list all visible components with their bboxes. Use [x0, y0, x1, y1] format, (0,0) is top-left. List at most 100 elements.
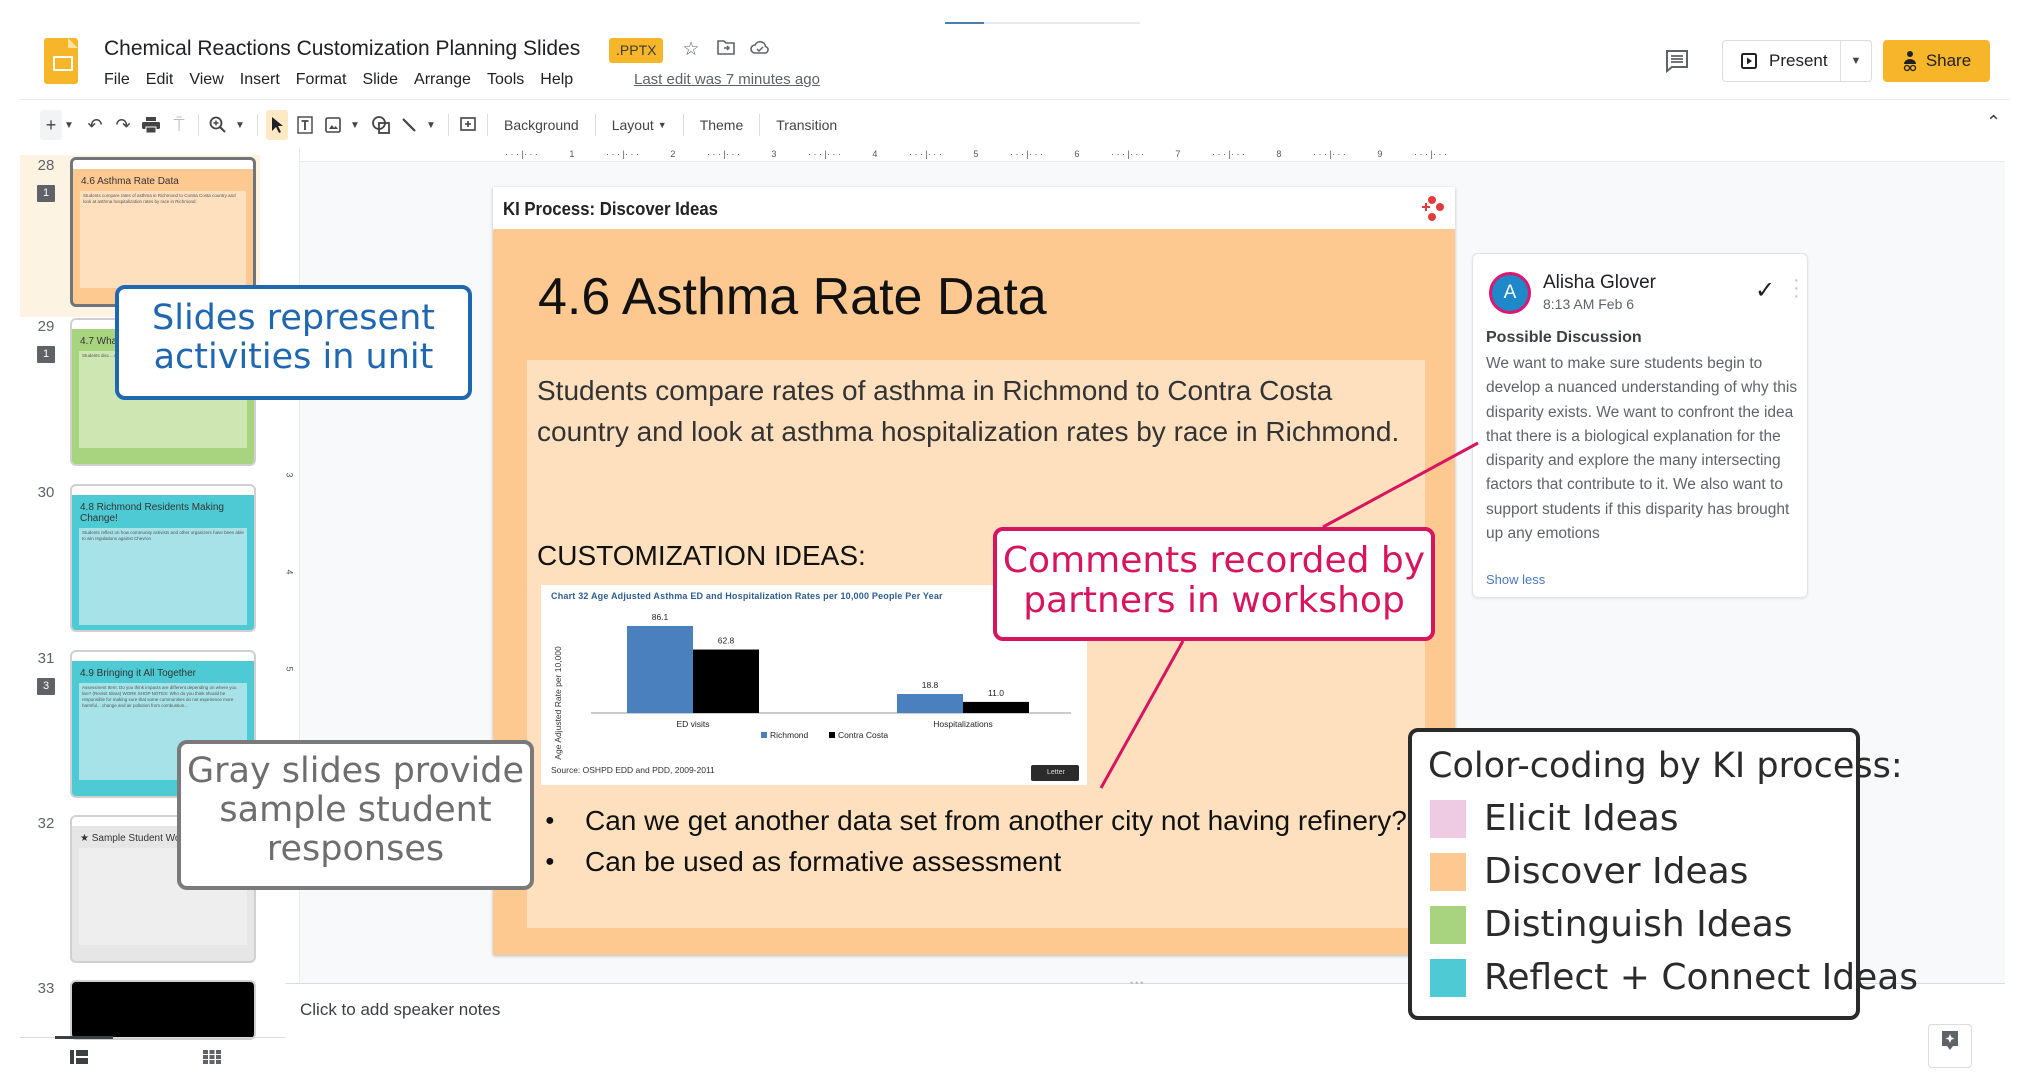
legend-title: Color-coding by KI process: [1428, 746, 1903, 786]
thumb-header-strip [72, 652, 254, 661]
thumb-header-strip [72, 486, 254, 495]
show-less-link[interactable]: Show less [1486, 572, 1545, 587]
header-divider [20, 99, 2010, 100]
slide-body-box[interactable]: Students compare rates of asthma in Rich… [527, 360, 1425, 928]
zoom-dropdown[interactable]: ▼ [235, 110, 245, 140]
redo-icon[interactable]: ↷ [112, 110, 134, 140]
share-button[interactable]: Share [1883, 40, 1990, 82]
comment-count-badge[interactable]: 1 [37, 185, 55, 202]
vruler-tick: 5 [284, 666, 295, 672]
menu-help[interactable]: Help [540, 71, 573, 89]
document-title[interactable]: Chemical Reactions Customization Plannin… [104, 37, 580, 61]
select-cursor-icon[interactable] [266, 110, 288, 140]
more-options-icon[interactable]: · · · [1793, 270, 1800, 306]
image-dropdown[interactable]: ▼ [350, 110, 360, 140]
comment-count-badge[interactable]: 1 [37, 346, 55, 363]
print-icon[interactable] [140, 110, 162, 140]
ruler-tick-minor: · · · |· · · [1212, 149, 1245, 159]
collapse-menus-icon[interactable]: ⌃ [1986, 112, 2001, 133]
transition-button[interactable]: Transition [768, 110, 845, 140]
ki-logo-icon [1418, 195, 1446, 223]
bar-richmond-0 [627, 625, 693, 713]
ruler-tick-minor: · · · |· · · [808, 149, 841, 159]
menu-arrange[interactable]: Arrange [414, 71, 471, 89]
bar-value-label: 86.1 [652, 612, 669, 622]
comment-card[interactable]: A Alisha Glover 8:13 AM Feb 6 ✓ · · · Poss… [1472, 253, 1808, 598]
menu-tools[interactable]: Tools [487, 71, 524, 89]
present-options-dropdown[interactable]: ▼ [1841, 55, 1871, 67]
chart-y-label: Age Adjusted Rate per 10,000 [553, 646, 563, 760]
image-icon[interactable] [322, 110, 344, 140]
slide-thumbnail-30[interactable]: 4.8 Richmond Residents Making Change! Stu… [70, 484, 256, 632]
explore-icon[interactable] [1928, 1024, 1972, 1068]
undo-icon[interactable]: ↶ [84, 110, 106, 140]
thumb-header-strip [73, 160, 253, 169]
share-lock-icon [1903, 51, 1916, 72]
customization-heading: CUSTOMIZATION IDEAS: [537, 540, 866, 571]
toolbar-divider [257, 114, 258, 136]
zoom-icon[interactable] [207, 110, 229, 140]
slide-title[interactable]: 4.6 Asthma Rate Data [538, 267, 1047, 327]
vruler-tick: 3 [284, 472, 295, 478]
slide-thumbnail-33[interactable] [70, 980, 256, 1040]
grid-view-icon[interactable] [203, 1048, 221, 1069]
menu-slide[interactable]: Slide [362, 71, 398, 89]
present-button[interactable]: Present ▼ [1722, 40, 1872, 82]
background-button[interactable]: Background [496, 110, 587, 140]
legend-label: Discover Ideas [1484, 851, 1749, 892]
category-label: ED visits [676, 719, 709, 729]
comment-count-badge[interactable]: 3 [37, 678, 55, 695]
ruler-tick-minor: · · · |· · · [1111, 149, 1144, 159]
bar-value-label: 62.8 [718, 636, 735, 646]
menu-file[interactable]: File [104, 71, 130, 89]
paint-format-icon[interactable]: ⍑ [168, 110, 190, 140]
move-to-folder-icon[interactable] [714, 38, 738, 62]
notes-resize-handle[interactable]: ••• [1130, 978, 1145, 988]
bar-richmond-1 [897, 694, 963, 713]
menu-view[interactable]: View [189, 71, 223, 89]
menu-format[interactable]: Format [296, 71, 347, 89]
line-dropdown[interactable]: ▼ [426, 110, 436, 140]
comment-add-icon[interactable] [457, 110, 479, 140]
chart-legend-label: Contra Costa [838, 730, 888, 740]
slide-number: 29 [37, 318, 55, 335]
menu-bar: File Edit View Insert Format Slide Arran… [104, 71, 589, 89]
star-icon[interactable]: ☆ [679, 38, 703, 62]
slide-header-band: KI Process: Discover Ideas [493, 187, 1455, 229]
ki-process-label[interactable]: KI Process: Discover Ideas [503, 199, 718, 220]
chart-source: Source: OSHPD EDD and PDD, 2009-2011 [551, 765, 715, 775]
loading-progress-fill [945, 22, 984, 24]
resolve-checkmark-icon[interactable]: ✓ [1755, 276, 1775, 305]
theme-button[interactable]: Theme [692, 110, 752, 140]
legend-swatch [1430, 958, 1466, 997]
comment-history-icon[interactable] [1664, 48, 1692, 74]
slide-number: 31 [37, 650, 55, 667]
new-slide-icon[interactable]: + [40, 110, 62, 140]
slides-callout: Slides represent activities in unit [115, 285, 472, 400]
paper-size-badge: Letter [1031, 765, 1079, 781]
layout-button[interactable]: Layout ▼ [604, 110, 675, 140]
speaker-notes-input[interactable]: Click to add speaker notes [300, 1000, 500, 1020]
toolbar-divider [448, 114, 449, 136]
bullet-item: Can be used as formative assessment [537, 841, 1407, 882]
legend-swatch-0 [761, 732, 767, 738]
gray-slides-callout: Gray slides provide sample student respo… [177, 740, 534, 890]
ruler-tick: 6 [1074, 149, 1080, 159]
comment-heading: Possible Discussion [1486, 329, 1642, 346]
ruler-tick-minor: · · · |· · · [1414, 149, 1447, 159]
legend-item-distinguish: Distinguish Ideas [1430, 904, 1793, 945]
slides-logo-icon[interactable] [44, 38, 78, 84]
shape-icon[interactable] [370, 110, 392, 140]
slide-number: 33 [37, 980, 55, 997]
cloud-status-icon[interactable] [748, 38, 772, 62]
ruler-tick: 2 [670, 149, 676, 159]
color-legend: Color-coding by KI process: Elicit Ideas… [1408, 728, 1918, 1020]
text-box-icon[interactable] [294, 110, 316, 140]
filmstrip-view-icon[interactable] [70, 1048, 88, 1069]
menu-edit[interactable]: Edit [146, 71, 174, 89]
legend-swatch [1430, 852, 1466, 891]
new-slide-layout-dropdown[interactable]: ▼ [64, 110, 74, 140]
menu-insert[interactable]: Insert [240, 71, 280, 89]
last-edit-link[interactable]: Last edit was 7 minutes ago [634, 71, 820, 88]
line-icon[interactable] [398, 110, 420, 140]
